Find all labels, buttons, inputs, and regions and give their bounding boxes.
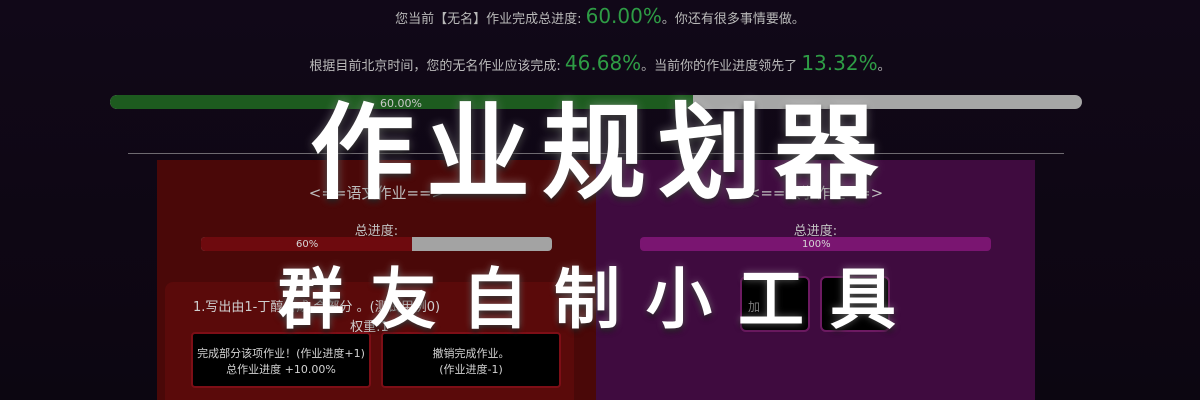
status-prefix: 您当前【无名】作业完成总进度:	[395, 12, 586, 27]
complete-partial-label: 完成部分该项作业！(作业进度+1)	[197, 347, 365, 360]
complete-partial-sublabel: 总作业进度 +10.00%	[226, 363, 336, 376]
overall-status-text: 您当前【无名】作业完成总进度: 60.00%。你还有很多事情要做。	[0, 4, 1200, 28]
revoke-sublabel: (作业进度-1)	[439, 363, 503, 376]
app-window: 您当前【无名】作业完成总进度: 60.00%。你还有很多事情要做。 根据目前北京…	[0, 0, 1200, 400]
revoke-label: 撤销完成作业。	[432, 347, 510, 360]
banner-subtitle: 群友自制小工具	[278, 261, 922, 338]
overall-percentage: 60.00%	[585, 4, 662, 28]
status-suffix: 。你还有很多事情要做。	[661, 12, 805, 27]
banner-title: 作业规划器	[309, 92, 890, 214]
